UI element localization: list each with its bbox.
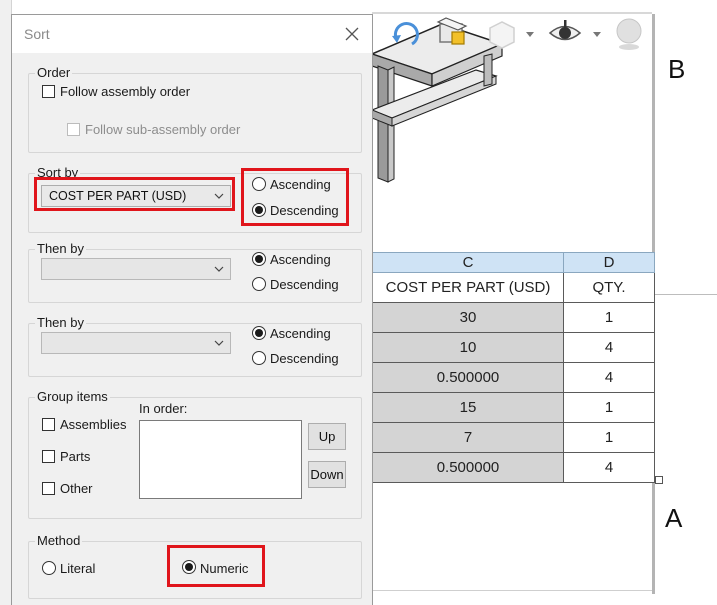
column-letter[interactable]: D (563, 252, 655, 273)
then-by-dropdown-2[interactable] (41, 332, 231, 354)
table-cell[interactable]: 1 (563, 392, 655, 423)
chevron-down-icon[interactable] (526, 32, 534, 37)
then-by-dropdown-1[interactable] (41, 258, 231, 280)
dropdown-value: COST PER PART (USD) (49, 189, 187, 203)
zone-letter-a: A (665, 503, 683, 533)
group-items-group: Group items Assemblies Parts Other In or… (28, 389, 362, 519)
in-order-label: In order: (139, 401, 188, 416)
group-label: Then by (35, 241, 86, 256)
table-column-letters: C D (372, 252, 655, 273)
table-cell[interactable]: 4 (563, 452, 655, 483)
checkbox-label[interactable]: Parts (60, 449, 90, 464)
then-by-2-descending-radio[interactable] (252, 351, 266, 365)
up-button[interactable]: Up (308, 423, 346, 450)
assemblies-checkbox[interactable] (42, 418, 55, 431)
table-cell[interactable]: 7 (372, 422, 564, 453)
radio-label[interactable]: Literal (60, 561, 95, 576)
part-icon[interactable] (436, 16, 472, 52)
group-label: Then by (35, 315, 86, 330)
appearance-icon[interactable] (612, 16, 648, 52)
radio-label[interactable]: Ascending (270, 252, 331, 267)
table-row: 15 1 (372, 392, 655, 423)
down-button[interactable]: Down (308, 461, 346, 488)
table-cell[interactable]: 4 (563, 362, 655, 393)
parts-checkbox[interactable] (42, 450, 55, 463)
chevron-down-icon (214, 340, 224, 346)
follow-subassembly-checkbox (67, 123, 80, 136)
sort-by-dropdown[interactable]: COST PER PART (USD) (41, 185, 231, 207)
dialog-titlebar[interactable]: Sort (12, 15, 372, 53)
group-label: Sort by (35, 165, 81, 180)
close-icon[interactable] (342, 24, 362, 44)
follow-assembly-checkbox[interactable] (42, 85, 55, 98)
dialog-title: Sort (24, 26, 50, 42)
table-cell[interactable]: 1 (563, 302, 655, 333)
radio-label[interactable]: Ascending (270, 326, 331, 341)
table-cell[interactable]: 15 (372, 392, 564, 423)
zone-divider (655, 294, 717, 295)
table-header-cell[interactable]: COST PER PART (USD) (372, 272, 564, 303)
hide-show-icon[interactable] (547, 16, 583, 52)
checkbox-label[interactable]: Assemblies (60, 417, 126, 432)
table-cell[interactable]: 0.500000 (372, 452, 564, 483)
table-row: 30 1 (372, 302, 655, 333)
bom-table[interactable]: C D COST PER PART (USD) QTY. 30 1 10 4 0… (372, 252, 655, 483)
table-row: 0.500000 4 (372, 452, 655, 483)
then-by-2-ascending-radio[interactable] (252, 326, 266, 340)
table-header-cell[interactable]: QTY. (563, 272, 655, 303)
rotate-view-icon[interactable] (388, 16, 424, 52)
chevron-down-icon[interactable] (593, 32, 601, 37)
table-cell[interactable]: 10 (372, 332, 564, 363)
table-cell[interactable]: 4 (563, 332, 655, 363)
column-letter[interactable]: C (372, 252, 564, 273)
group-label: Group items (35, 389, 110, 404)
checkbox-label[interactable]: Other (60, 481, 93, 496)
radio-label[interactable]: Descending (270, 277, 339, 292)
sort-by-descending-radio[interactable] (252, 203, 266, 217)
table-row: 7 1 (372, 422, 655, 453)
zone-letter-b: B (668, 54, 686, 84)
sort-by-ascending-radio[interactable] (252, 177, 266, 191)
table-row: 0.500000 4 (372, 362, 655, 393)
table-resize-handle[interactable] (655, 476, 663, 484)
then-by-1-descending-radio[interactable] (252, 277, 266, 291)
chevron-down-icon (214, 266, 224, 272)
checkbox-label[interactable]: Follow assembly order (60, 84, 190, 99)
radio-label[interactable]: Descending (270, 203, 339, 218)
view-orientation-icon[interactable] (484, 16, 520, 52)
radio-label[interactable]: Numeric (200, 561, 248, 576)
checkbox-label: Follow sub-assembly order (85, 122, 241, 137)
table-cell[interactable]: 0.500000 (372, 362, 564, 393)
table-row: 10 4 (372, 332, 655, 363)
then-by-1-ascending-radio[interactable] (252, 252, 266, 266)
other-checkbox[interactable] (42, 482, 55, 495)
radio-label[interactable]: Descending (270, 351, 339, 366)
order-group: Order Follow assembly order Follow sub-a… (28, 65, 362, 153)
table-cell[interactable]: 1 (563, 422, 655, 453)
table-header-row: COST PER PART (USD) QTY. (372, 272, 655, 303)
method-literal-radio[interactable] (42, 561, 56, 575)
group-label: Method (35, 533, 83, 548)
radio-label[interactable]: Ascending (270, 177, 331, 192)
method-numeric-radio[interactable] (182, 560, 196, 574)
group-label: Order (35, 65, 73, 80)
table-cell[interactable]: 30 (372, 302, 564, 333)
sort-dialog: Sort Order Follow assembly order Follow … (11, 14, 373, 605)
in-order-listbox[interactable] (139, 420, 302, 499)
chevron-down-icon (214, 193, 224, 199)
